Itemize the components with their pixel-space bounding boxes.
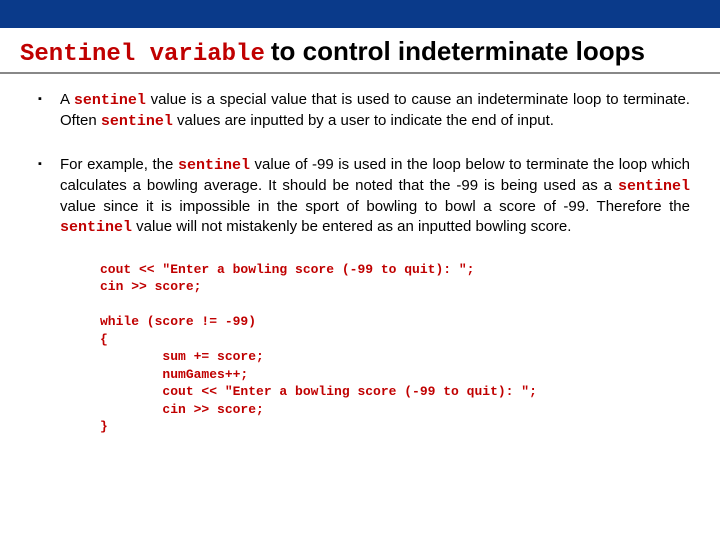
title-text-part: to control indeterminate loops (271, 36, 645, 67)
text-run: value since it is impossible in the spor… (60, 198, 690, 215)
code-block: cout << "Enter a bowling score (-99 to q… (100, 261, 690, 436)
bullet-list: A sentinel value is a special value that… (30, 90, 690, 239)
text-run: value will not mistakenly be entered as … (132, 218, 571, 235)
slide-title: Sentinel variable to control indetermina… (0, 28, 720, 74)
keyword: sentinel (74, 92, 146, 109)
header-bar (0, 0, 720, 28)
list-item: For example, the sentinel value of -99 i… (30, 155, 690, 239)
keyword: sentinel (60, 219, 132, 236)
text-run: For example, the (60, 156, 178, 173)
text-run: A (60, 91, 74, 108)
keyword: sentinel (178, 157, 250, 174)
title-code-part: Sentinel variable (20, 41, 265, 68)
text-run: values are inputted by a user to indicat… (173, 112, 554, 129)
keyword: sentinel (618, 178, 690, 195)
keyword: sentinel (101, 113, 173, 130)
slide-content: A sentinel value is a special value that… (0, 74, 720, 436)
list-item: A sentinel value is a special value that… (30, 90, 690, 133)
